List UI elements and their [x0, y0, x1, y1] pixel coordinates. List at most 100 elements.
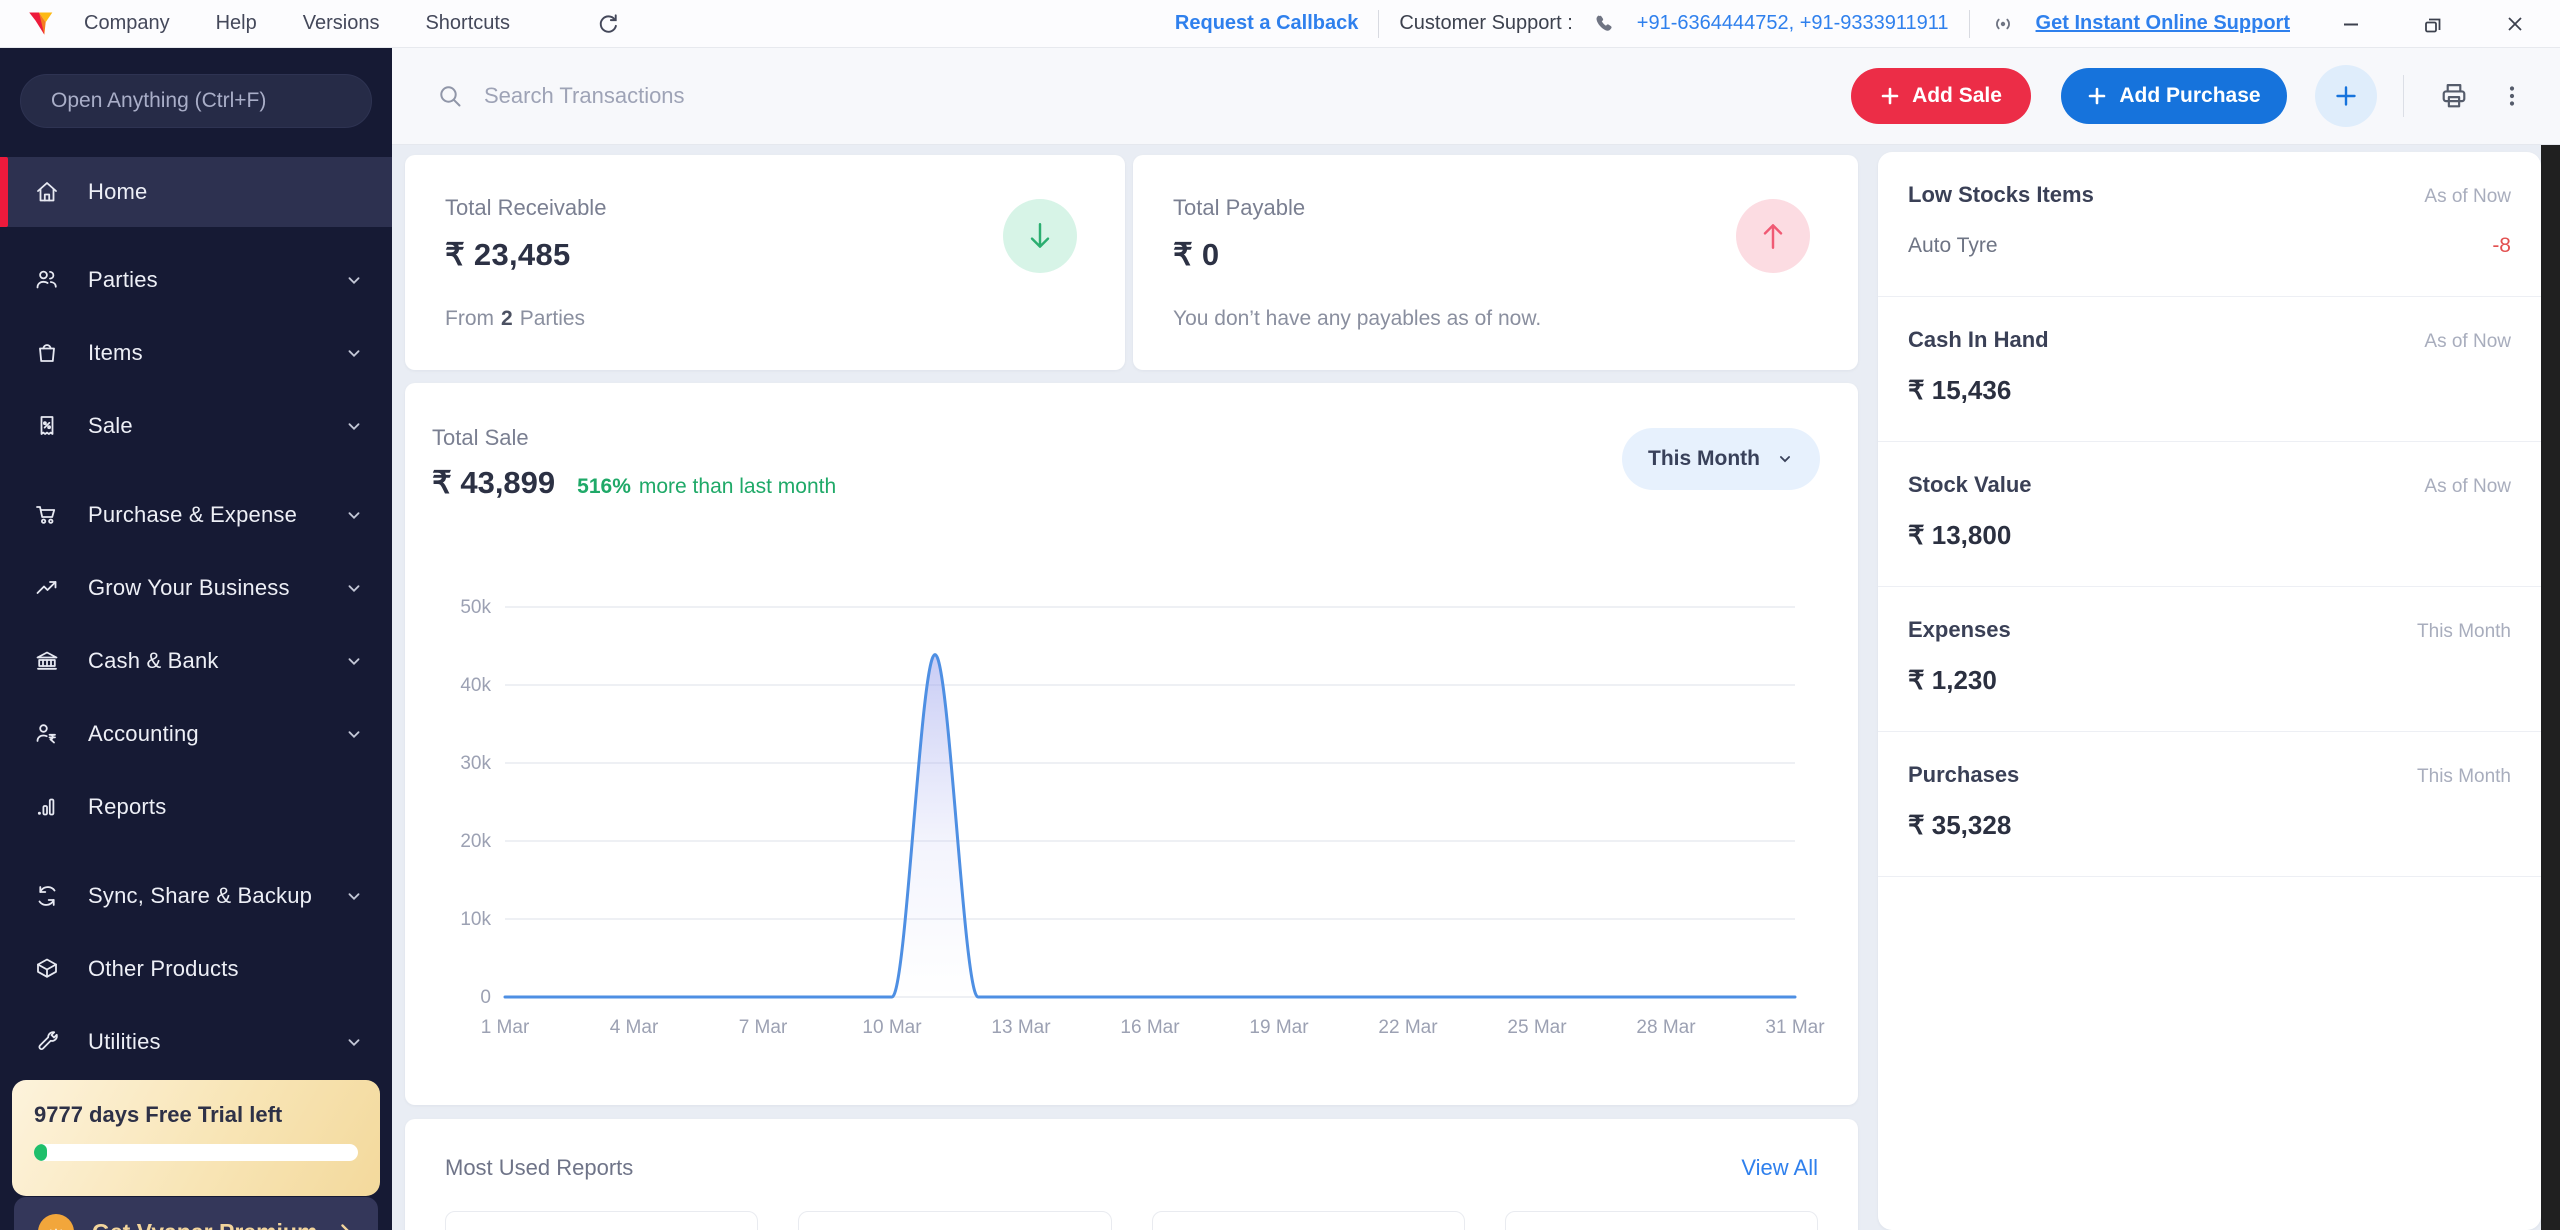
- get-premium-banner[interactable]: Get Vyapar Premium: [14, 1197, 378, 1230]
- accounting-person-rupee-icon: [34, 721, 60, 747]
- sidebar-item-label: Accounting: [88, 720, 199, 746]
- total-sale-chart: 0 10k 20k 30k 40k 50k 1 Mar 4 Mar 7 Mar 10 Mar 13 …: [460, 597, 1825, 1037]
- svg-text:10k: 10k: [460, 909, 491, 930]
- chevron-down-icon: [1780, 456, 1790, 463]
- receivable-title: Total Receivable: [445, 195, 607, 220]
- sidebar-item-parties[interactable]: Parties: [0, 243, 392, 316]
- sidebar-item-label: Items: [88, 339, 143, 365]
- divider: [1378, 9, 1380, 38]
- purchases-title: Purchases: [1908, 762, 2020, 787]
- sidebar-item-reports[interactable]: Reports: [0, 770, 392, 843]
- report-card-placeholder[interactable]: [1504, 1211, 1818, 1230]
- chevron-down-icon: [344, 724, 364, 744]
- wrench-icon: [34, 1029, 60, 1055]
- chevron-down-icon: [344, 270, 364, 290]
- cash-in-hand-section[interactable]: Cash In Hand As of Now ₹ 15,436: [1878, 297, 2541, 441]
- purchases-badge: This Month: [2417, 766, 2511, 787]
- sidebar-item-label: Utilities: [88, 1028, 161, 1054]
- plus-icon: [2336, 86, 2356, 106]
- report-card-placeholder[interactable]: [445, 1211, 759, 1230]
- svg-text:30k: 30k: [460, 753, 491, 774]
- sidebar-item-grow-your-business[interactable]: Grow Your Business: [0, 551, 392, 624]
- expenses-section[interactable]: Expenses This Month ₹ 1,230: [1878, 587, 2541, 731]
- menu-versions[interactable]: Versions: [303, 12, 380, 35]
- sidebar-item-label: Sale: [88, 412, 133, 438]
- svg-text:10 Mar: 10 Mar: [862, 1017, 922, 1037]
- customer-support-label: Customer Support :: [1399, 12, 1573, 34]
- report-card-placeholder[interactable]: [1151, 1211, 1465, 1230]
- sidebar-item-purchase-expense[interactable]: Purchase & Expense: [0, 478, 392, 551]
- svg-text:19 Mar: 19 Mar: [1249, 1017, 1309, 1037]
- plus-icon: [1881, 87, 1899, 105]
- sidebar-item-utilities[interactable]: Utilities: [0, 1005, 392, 1078]
- most-used-reports-card: Most Used Reports View All: [405, 1119, 1858, 1230]
- quick-add-button[interactable]: [2315, 65, 2377, 127]
- low-stock-item-qty: -8: [2492, 234, 2511, 257]
- phone-icon: [1593, 12, 1617, 36]
- sidebar-item-label: Cash & Bank: [88, 647, 219, 673]
- live-support-icon: [1990, 12, 2016, 36]
- total-receivable-card[interactable]: Total Receivable ₹ 23,485 From 2 Parties: [405, 155, 1125, 370]
- stock-value-value: ₹ 13,800: [1908, 520, 2012, 550]
- svg-text:25 Mar: 25 Mar: [1507, 1017, 1567, 1037]
- add-sale-button[interactable]: Add Sale: [1851, 68, 2031, 124]
- svg-text:31 Mar: 31 Mar: [1765, 1017, 1825, 1037]
- low-stock-item-name: Auto Tyre: [1908, 234, 1998, 257]
- svg-text:16 Mar: 16 Mar: [1120, 1017, 1180, 1037]
- svg-text:7 Mar: 7 Mar: [739, 1017, 788, 1037]
- sidebar: Home Parties Items: [0, 48, 392, 1230]
- transactions-toolbar: Add Sale Add Purchase: [392, 48, 2560, 145]
- most-used-reports-title: Most Used Reports: [445, 1155, 634, 1180]
- menu-help[interactable]: Help: [216, 12, 257, 35]
- menu-company[interactable]: Company: [84, 12, 170, 35]
- transaction-search[interactable]: [437, 83, 1851, 110]
- trial-progress-fill: [34, 1144, 47, 1161]
- sidebar-item-cash-bank[interactable]: Cash & Bank: [0, 624, 392, 697]
- svg-text:50k: 50k: [460, 597, 491, 618]
- chevron-down-icon: [344, 1032, 364, 1052]
- sidebar-item-other-products[interactable]: Other Products: [0, 932, 392, 1005]
- total-payable-card[interactable]: Total Payable ₹ 0 You don’t have any pay…: [1133, 155, 1858, 370]
- sale-receipt-icon: [34, 413, 60, 439]
- low-stock-section[interactable]: Low Stocks Items As of Now Auto Tyre -8: [1878, 152, 2541, 296]
- window-close-button[interactable]: [2500, 9, 2530, 39]
- support-phone-numbers[interactable]: +91-6364444752, +91-9333911911: [1637, 12, 1949, 35]
- menu-shortcuts[interactable]: Shortcuts: [425, 12, 509, 35]
- sidebar-item-items[interactable]: Items: [0, 316, 392, 389]
- request-callback-link[interactable]: Request a Callback: [1175, 12, 1358, 35]
- search-transactions-input[interactable]: [484, 83, 1084, 109]
- refresh-icon[interactable]: [596, 11, 621, 36]
- arrow-right-icon: [328, 1220, 354, 1230]
- more-options-kebab-button[interactable]: [2490, 74, 2534, 118]
- trending-up-icon: [34, 575, 60, 601]
- trial-days-left-text: 9777 days Free Trial left: [34, 1102, 283, 1127]
- svg-text:28 Mar: 28 Mar: [1636, 1017, 1696, 1037]
- sidebar-item-accounting[interactable]: Accounting: [0, 697, 392, 770]
- instant-online-support-link[interactable]: Get Instant Online Support: [2036, 12, 2290, 35]
- sidebar-item-label: Grow Your Business: [88, 574, 290, 600]
- sale-chart-area: 0 10k 20k 30k 40k 50k 1 Mar 4 Mar 7 Mar 10 Mar 13 …: [430, 537, 1835, 1037]
- low-stock-item-row[interactable]: Auto Tyre -8: [1908, 234, 2511, 258]
- add-purchase-button[interactable]: Add Purchase: [2061, 68, 2287, 124]
- chevron-down-icon: [344, 651, 364, 671]
- stock-value-title: Stock Value: [1908, 472, 2032, 497]
- sidebar-item-home[interactable]: Home: [0, 157, 392, 227]
- divider: [2403, 75, 2404, 117]
- purchases-section[interactable]: Purchases This Month ₹ 35,328: [1878, 732, 2541, 876]
- sidebar-item-sync-share-backup[interactable]: Sync, Share & Backup: [0, 859, 392, 932]
- get-premium-label: Get Vyapar Premium: [92, 1219, 317, 1230]
- plus-icon: [2089, 87, 2106, 105]
- stock-value-section[interactable]: Stock Value As of Now ₹ 13,800: [1878, 442, 2541, 586]
- window-minimize-button[interactable]: [2336, 9, 2366, 39]
- sidebar-item-sale[interactable]: Sale: [0, 389, 392, 462]
- report-card-placeholder[interactable]: [798, 1211, 1112, 1230]
- date-range-dropdown[interactable]: This Month: [1622, 428, 1820, 490]
- window-restore-button[interactable]: [2418, 9, 2448, 39]
- scrollbar[interactable]: [2541, 145, 2560, 1230]
- open-anything-search-input[interactable]: [20, 74, 372, 128]
- print-button[interactable]: [2432, 74, 2476, 118]
- parties-icon: [34, 267, 60, 293]
- view-all-link[interactable]: View All: [1741, 1155, 1818, 1181]
- purchases-value: ₹ 35,328: [1908, 810, 2012, 840]
- expenses-title: Expenses: [1908, 617, 2011, 642]
